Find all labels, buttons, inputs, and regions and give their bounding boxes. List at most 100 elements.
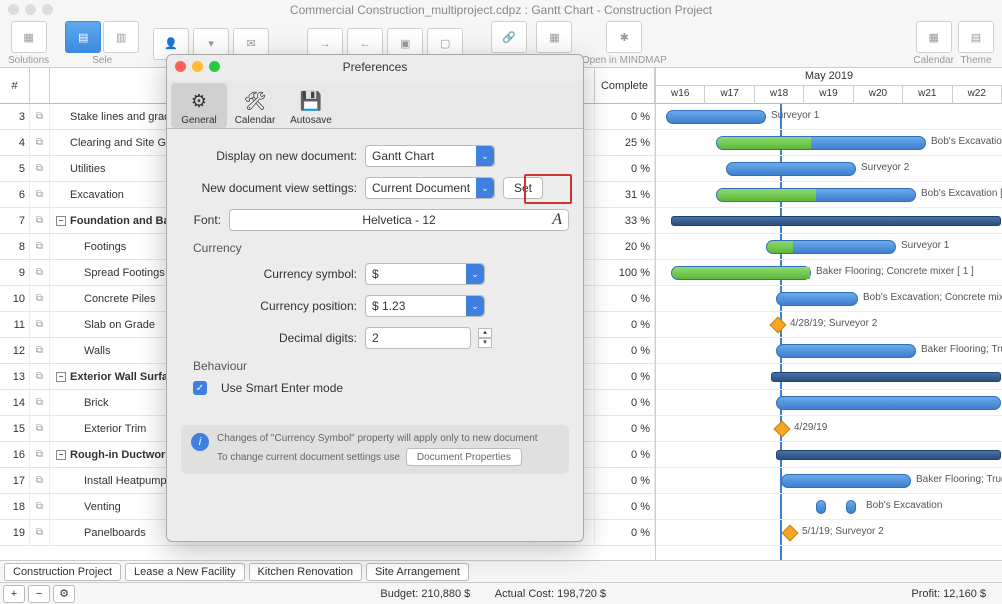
font-label: Font: [181, 213, 221, 227]
smart-enter-label: Use Smart Enter mode [221, 381, 343, 395]
close-icon[interactable] [8, 4, 19, 15]
column-header-icon[interactable] [30, 68, 50, 103]
view-settings-label: New document view settings: [181, 181, 357, 195]
window-controls [8, 4, 53, 15]
close-icon[interactable] [175, 61, 186, 72]
zoom-icon[interactable] [209, 61, 220, 72]
chevron-down-icon: ▾ [478, 338, 492, 348]
link-icon: ⧉ [36, 449, 43, 460]
minimize-icon[interactable] [25, 4, 36, 15]
chevron-down-icon: ⌄ [466, 296, 484, 316]
settings-button[interactable]: ⚙ [53, 585, 75, 603]
decimal-stepper[interactable]: ▴▾ [478, 328, 492, 348]
link-icon: ⧉ [36, 163, 43, 174]
week-header: w18 [755, 86, 804, 104]
link-icon: ⧉ [36, 111, 43, 122]
week-header: w19 [804, 86, 853, 104]
link-icon: ⧉ [36, 371, 43, 382]
summary-bar[interactable] [671, 216, 1001, 226]
link-icon: ⧉ [36, 423, 43, 434]
project-tab[interactable]: Lease a New Facility [125, 563, 245, 581]
link-icon: ⧉ [36, 345, 43, 356]
link-icon: ⧉ [36, 293, 43, 304]
currency-position-label: Currency position: [181, 299, 357, 313]
week-header: w16 [656, 86, 705, 104]
milestone-icon[interactable] [770, 317, 787, 334]
currency-group-label: Currency [193, 241, 569, 255]
project-tab[interactable]: Kitchen Renovation [249, 563, 362, 581]
week-header: w17 [705, 86, 754, 104]
link-icon: ⧉ [36, 397, 43, 408]
week-header: w20 [854, 86, 903, 104]
tab-general[interactable]: ⚙General [171, 83, 227, 128]
link-icon: ⧉ [36, 215, 43, 226]
status-bar: + − ⚙ Budget: 210,880 $ Actual Cost: 198… [0, 582, 1002, 604]
chevron-down-icon: ⌄ [476, 146, 494, 166]
column-header-complete[interactable]: Complete [595, 68, 655, 103]
calendar-button[interactable]: ▦ [916, 21, 952, 53]
disclosure-icon[interactable]: − [56, 372, 66, 382]
solutions-button[interactable]: ▦ [11, 21, 47, 53]
link-icon: ⧉ [36, 475, 43, 486]
display-label: Display on new document: [181, 149, 357, 163]
chart-body[interactable]: Surveyor 1 Bob's Excavation; Exc Surveyo… [656, 104, 1002, 560]
disclosure-icon[interactable]: − [56, 450, 66, 460]
chevron-down-icon: ⌄ [476, 178, 494, 198]
set-button[interactable]: Set [503, 177, 543, 199]
diagram-button[interactable]: ▦ [536, 21, 572, 53]
summary-bar[interactable] [771, 372, 1001, 382]
tab-autosave[interactable]: 💾Autosave [283, 83, 339, 128]
title-bar: Commercial Construction_multiproject.cdp… [0, 0, 1002, 20]
add-button[interactable]: + [3, 585, 25, 603]
week-header: w21 [903, 86, 952, 104]
preferences-dialog: Preferences ⚙General 🛠Calendar 💾Autosave… [166, 54, 584, 542]
display-select[interactable]: Gantt Chart⌄ [365, 145, 495, 167]
chevron-up-icon: ▴ [478, 328, 492, 338]
dialog-title-bar[interactable]: Preferences [167, 55, 583, 81]
font-icon: A [552, 211, 562, 229]
mindmap-button[interactable]: ✱ [606, 21, 642, 53]
milestone-icon[interactable] [774, 421, 791, 438]
project-tab[interactable]: Construction Project [4, 563, 121, 581]
minimize-icon[interactable] [192, 61, 203, 72]
document-properties-button[interactable]: Document Properties [406, 448, 522, 466]
view-mode-button-2[interactable]: ▥ [103, 21, 139, 53]
link-icon: ⧉ [36, 241, 43, 252]
link-icon: ⧉ [36, 267, 43, 278]
link-icon: ⧉ [36, 527, 43, 538]
behaviour-group-label: Behaviour [193, 359, 569, 373]
currency-symbol-label: Currency symbol: [181, 267, 357, 281]
project-tab[interactable]: Site Arrangement [366, 563, 469, 581]
project-tabs: Construction ProjectLease a New Facility… [0, 560, 1002, 582]
decimal-digits-label: Decimal digits: [181, 331, 357, 345]
link-icon: ⧉ [36, 137, 43, 148]
decimal-digits-input[interactable]: 2 [365, 327, 471, 349]
theme-button[interactable]: ▤ [958, 21, 994, 53]
chart-month-header: May 2019 [656, 68, 1002, 86]
summary-bar[interactable] [776, 450, 1001, 460]
currency-symbol-select[interactable]: $⌄ [365, 263, 485, 285]
link-icon: ⧉ [36, 319, 43, 330]
zoom-icon[interactable] [42, 4, 53, 15]
view-mode-button-1[interactable]: ▤ [65, 21, 101, 53]
window-title: Commercial Construction_multiproject.cdp… [290, 3, 712, 17]
week-header: w22 [953, 86, 1002, 104]
disclosure-icon[interactable]: − [56, 216, 66, 226]
info-icon: i [191, 433, 209, 451]
calendar-icon: 🛠 [243, 89, 267, 113]
gear-icon: ⚙ [187, 89, 211, 113]
info-box: i Changes of "Currency Symbol" property … [181, 425, 569, 474]
link-icon: ⧉ [36, 189, 43, 200]
smart-enter-checkbox[interactable]: ✓ [193, 381, 207, 395]
currency-position-select[interactable]: $ 1.23⌄ [365, 295, 485, 317]
tab-calendar[interactable]: 🛠Calendar [227, 83, 283, 128]
font-field[interactable]: Helvetica - 12A [229, 209, 569, 231]
milestone-icon[interactable] [782, 525, 799, 542]
save-icon: 💾 [299, 89, 323, 113]
view-settings-select[interactable]: Current Document⌄ [365, 177, 495, 199]
column-header-number[interactable]: # [0, 68, 30, 103]
remove-button[interactable]: − [28, 585, 50, 603]
link-button[interactable]: 🔗 [491, 21, 527, 53]
gantt-chart: May 2019 w16w17w18w19w20w21w22 Surveyor … [656, 68, 1002, 560]
chevron-down-icon: ⌄ [466, 264, 484, 284]
